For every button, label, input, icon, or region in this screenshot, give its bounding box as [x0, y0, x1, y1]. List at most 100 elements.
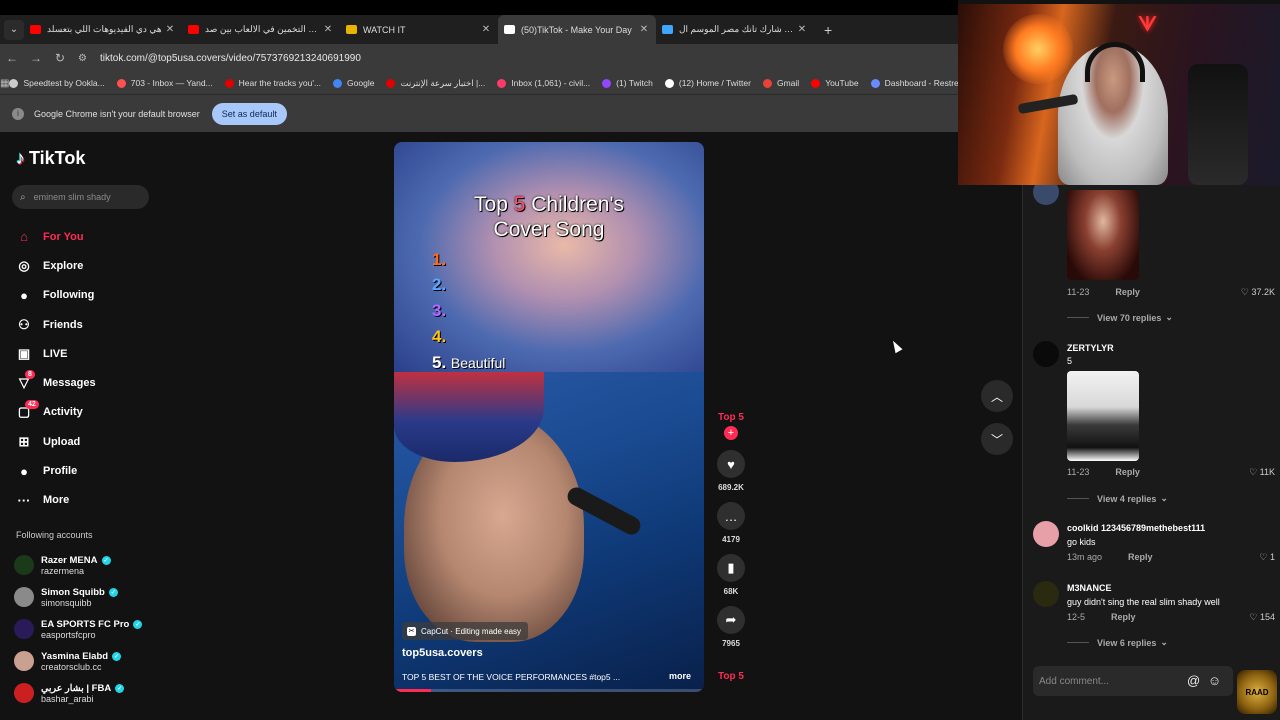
close-tab-icon[interactable]: ✕ [638, 24, 650, 35]
search-input[interactable]: ⌕ eminem slim shady [12, 185, 149, 209]
bookmark-label: (12) Home / Twitter [678, 78, 751, 88]
bookmark-item[interactable]: Google [333, 78, 374, 89]
reply-button[interactable]: Reply [1115, 287, 1140, 297]
comment-avatar[interactable] [1033, 521, 1059, 547]
tab-search-chevron-icon[interactable]: ⌄ [4, 19, 24, 40]
video-progress-bar[interactable] [394, 689, 704, 692]
comment-avatar[interactable] [1033, 341, 1059, 367]
set-as-default-button[interactable]: Set as default [211, 102, 287, 125]
back-arrow-icon[interactable]: ← [0, 51, 24, 65]
browser-tab[interactable]: هي دي الفيديوهات اللي بتعسلد ✕ [24, 15, 182, 44]
site-settings-icon[interactable]: ⚙ [78, 53, 94, 64]
avatar [14, 555, 34, 575]
bookmark-favicon-icon [602, 78, 612, 88]
account-name: EA SPORTS FC Pro [41, 618, 130, 630]
browser-tab[interactable]: تحدي التخمين في الالعاب بين صد ✕ [182, 15, 340, 44]
close-tab-icon[interactable]: ✕ [480, 24, 492, 35]
comment-username[interactable]: ZERTYLYR [1067, 343, 1114, 353]
like-action[interactable]: ♥ 689.2K [712, 450, 750, 492]
reload-icon[interactable]: ↻ [48, 51, 72, 65]
reply-button[interactable]: Reply [1111, 612, 1136, 622]
capcut-tag[interactable]: ✂ CapCut · Editing made easy [402, 622, 529, 640]
next-creator-name[interactable]: Top 5 [712, 671, 750, 682]
bookmark-item[interactable]: Gmail [762, 78, 800, 89]
bookmark-item[interactable]: Hear the tracks you'... [224, 78, 321, 89]
bookmark-item[interactable]: YouTube [811, 78, 859, 89]
comment-like[interactable]: ♡ 37.2K [1241, 287, 1275, 298]
close-tab-icon[interactable]: ✕ [796, 24, 808, 35]
save-action[interactable]: ▮ 68K [712, 554, 750, 596]
sidebar-item-for-you[interactable]: ⌂ For You [14, 222, 154, 251]
bookmark-item[interactable]: Speedtest by Ookla... [9, 78, 105, 89]
bookmark-item[interactable]: (12) Home / Twitter [664, 78, 751, 89]
sidebar-item-following[interactable]: ● Following [14, 281, 154, 310]
view-replies-button[interactable]: View 4 replies ⌄ [1067, 493, 1168, 504]
apps-grid-icon[interactable]: ▦ [0, 78, 9, 89]
bookmark-item[interactable]: 703 - Inbox — Yand... [116, 78, 213, 89]
tab-title: برنامج شارك تانك مصر الموسم ال [679, 24, 796, 34]
emoji-icon[interactable]: ☺ [1208, 673, 1221, 688]
like-count: 689.2K [718, 483, 744, 492]
comment-text: guy didn't sing the real slim shady well [1067, 597, 1220, 607]
reply-button[interactable]: Reply [1128, 552, 1153, 562]
comment-action[interactable]: … 4179 [712, 502, 750, 544]
view-replies-button[interactable]: View 70 replies ⌄ [1067, 312, 1173, 323]
reply-button[interactable]: Reply [1115, 467, 1140, 477]
following-account[interactable]: Yasmina Elabd ✓ creatorsclub.cc [14, 645, 160, 677]
bookmark-item[interactable]: اختبار سرعة الإنترنت |... [386, 78, 485, 89]
forward-arrow-icon[interactable]: → [24, 51, 48, 65]
bookmark-label: Gmail [776, 78, 800, 88]
sidebar-item-messages[interactable]: ▽ 8 Messages [14, 368, 154, 397]
sidebar-item-more[interactable]: ··· More [14, 486, 154, 515]
browser-tab[interactable]: برنامج شارك تانك مصر الموسم ال ✕ [656, 15, 814, 44]
follow-plus-icon[interactable]: + [724, 426, 738, 440]
more-button[interactable]: more [669, 671, 691, 681]
video-author[interactable]: top5usa.covers [402, 647, 483, 659]
video-player[interactable]: Top 5 Children's Cover Song 1. 2. 3. 4. … [394, 142, 704, 692]
comment-username[interactable]: M3NANCE [1067, 583, 1112, 593]
infobar-text: Google Chrome isn't your default browser [34, 108, 200, 119]
bookmark-label: اختبار سرعة الإنترنت |... [400, 77, 486, 88]
bookmark-item[interactable]: Dashboard - Restre... [870, 78, 958, 89]
bookmark-icon[interactable]: ▮ [717, 554, 745, 582]
bookmark-item[interactable]: Inbox (1,061) - civil... [497, 78, 590, 89]
comment-bubble-icon[interactable]: … [717, 502, 745, 530]
next-video-chevron-down-icon[interactable]: ﹀ [981, 423, 1013, 455]
share-action[interactable]: ➦ 7965 [712, 606, 750, 648]
comment-username[interactable]: coolkid 123456789methebest111 [1067, 523, 1205, 533]
comment-avatar[interactable] [1033, 581, 1059, 607]
following-account[interactable]: Razer MENA ✓ razermena [14, 549, 160, 581]
close-tab-icon[interactable]: ✕ [164, 24, 176, 35]
creator-name[interactable]: Top 5 [712, 412, 750, 423]
share-arrow-icon[interactable]: ➦ [717, 606, 745, 634]
mention-at-icon[interactable]: @ [1187, 673, 1200, 688]
new-tab-plus-icon[interactable]: + [824, 22, 832, 38]
sidebar-item-activity[interactable]: ▢ 42 Activity [14, 398, 154, 427]
tiktok-logo[interactable]: ♪ TikTok [16, 148, 85, 169]
following-account[interactable]: Simon Squibb ✓ simonsquibb [14, 581, 160, 613]
browser-tab[interactable]: (50)TikTok - Make Your Day ✕ [498, 15, 656, 44]
close-tab-icon[interactable]: ✕ [322, 24, 334, 35]
comment-date: 11-23 [1067, 287, 1090, 297]
comment-like[interactable]: ♡ 11K [1249, 467, 1275, 478]
previous-video-chevron-up-icon[interactable]: ︿ [981, 380, 1013, 412]
following-accounts-list: Razer MENA ✓ razermena Simon Squibb ✓ simonsq… [14, 549, 160, 709]
sidebar-item-live[interactable]: ▣ LIVE [14, 339, 154, 368]
video-description: TOP 5 BEST OF THE VOICE PERFORMANCES #to… [402, 672, 621, 682]
bookmark-item[interactable]: (1) Twitch [602, 78, 653, 89]
sidebar-item-upload[interactable]: ⊞ Upload [14, 427, 154, 456]
comment-image[interactable] [1067, 190, 1139, 280]
following-account[interactable]: EA SPORTS FC Pro ✓ easportsfcpro [14, 613, 160, 645]
comment-like[interactable]: ♡ 1 [1259, 552, 1275, 563]
url-field[interactable]: ⚙ tiktok.com/@top5usa.covers/video/75737… [78, 47, 950, 69]
comment-like[interactable]: ♡ 154 [1249, 612, 1275, 623]
browser-tab[interactable]: WATCH IT ✕ [340, 15, 498, 44]
following-account[interactable]: بشار عربي | FBA ✓ bashar_arabi [14, 677, 160, 709]
avatar [14, 651, 34, 671]
view-replies-button[interactable]: View 6 replies ⌄ [1067, 637, 1168, 648]
sidebar-item-friends[interactable]: ⚇ Friends [14, 310, 154, 339]
heart-icon[interactable]: ♥ [717, 450, 745, 478]
sidebar-item-explore[interactable]: ◎ Explore [14, 251, 154, 280]
sidebar-item-profile[interactable]: ● Profile [14, 456, 154, 485]
comment-image[interactable] [1067, 371, 1139, 461]
